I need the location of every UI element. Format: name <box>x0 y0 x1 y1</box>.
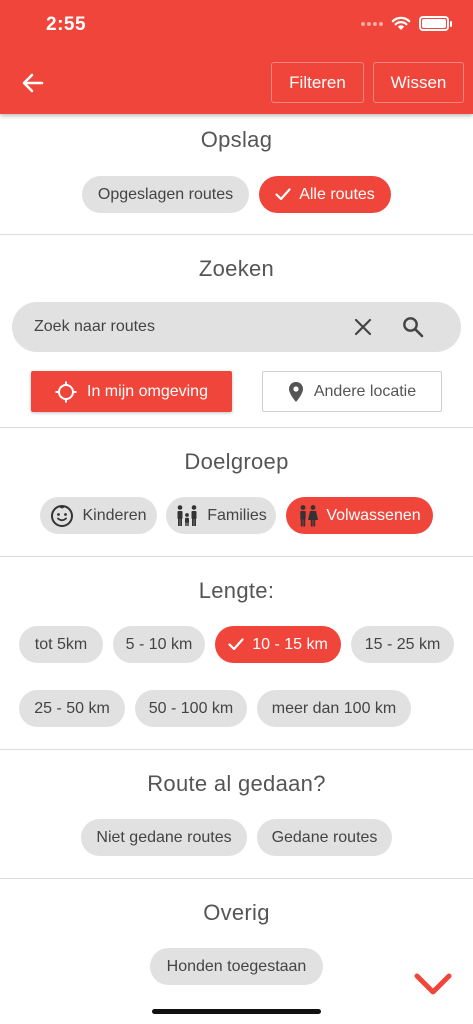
other-title: Overig <box>203 900 270 925</box>
chip-length-0-5[interactable]: tot 5km <box>19 626 103 663</box>
divider <box>0 556 473 557</box>
chip-length-5-10[interactable]: 5 - 10 km <box>113 626 205 663</box>
near-me-label: In mijn omgeving <box>87 382 208 400</box>
chip-label: Gedane routes <box>271 828 378 846</box>
divider <box>0 234 473 235</box>
adults-icon <box>300 504 319 526</box>
chevron-down-icon <box>414 973 452 995</box>
chip-length-15-25[interactable]: 15 - 25 km <box>351 626 454 663</box>
search-title: Zoeken <box>198 256 275 281</box>
back-button[interactable] <box>16 66 50 100</box>
other-location-button[interactable]: Andere locatie <box>262 371 442 412</box>
chip-label: meer dan 100 km <box>271 699 397 717</box>
search-icon <box>403 317 424 338</box>
crosshair-icon <box>55 381 77 402</box>
divider <box>0 749 473 750</box>
home-indicator <box>152 1009 321 1014</box>
chip-all-routes[interactable]: Alle routes <box>259 176 391 213</box>
chip-children[interactable]: Kinderen <box>40 497 157 534</box>
check-icon <box>275 188 291 201</box>
status-time: 2:55 <box>46 14 87 35</box>
chip-length-25-50[interactable]: 25 - 50 km <box>19 690 125 727</box>
other-location-label: Andere locatie <box>313 382 417 400</box>
chip-length-100-plus[interactable]: meer dan 100 km <box>257 690 411 727</box>
divider <box>0 427 473 428</box>
location-pin-icon <box>288 381 303 402</box>
chip-saved-routes[interactable]: Opgeslagen routes <box>82 176 249 213</box>
audience-title: Doelgroep <box>184 449 289 474</box>
chip-label: Kinderen <box>82 506 147 524</box>
chip-label: Families <box>207 506 267 524</box>
search-input[interactable] <box>34 302 344 352</box>
chip-label: 50 - 100 km <box>148 699 234 717</box>
clear-button[interactable]: Wissen <box>373 62 464 103</box>
search-button[interactable] <box>401 315 425 339</box>
chip-dogs-allowed[interactable]: Honden toegestaan <box>150 948 323 985</box>
chip-label: Honden toegestaan <box>166 957 307 975</box>
arrow-left-icon <box>22 73 44 93</box>
storage-title: Opslag <box>200 127 273 152</box>
chip-done-routes[interactable]: Gedane routes <box>257 819 392 856</box>
chip-label: Opgeslagen routes <box>97 185 234 203</box>
near-me-button[interactable]: In mijn omgeving <box>31 371 232 412</box>
signal-icon <box>361 21 383 26</box>
search-bar <box>12 302 461 352</box>
app-bar: 2:55 Filteren Wissen <box>0 0 473 114</box>
check-icon <box>228 638 244 651</box>
chip-label: tot 5km <box>34 635 88 653</box>
scroll-down-button[interactable] <box>411 968 455 1000</box>
wifi-icon <box>391 16 411 30</box>
chip-label: Volwassenen <box>326 506 421 524</box>
chip-label: 25 - 50 km <box>34 699 110 717</box>
chip-adults[interactable]: Volwassenen <box>286 497 433 534</box>
chip-label: Alle routes <box>299 185 375 203</box>
chip-label: 15 - 25 km <box>364 635 441 653</box>
chip-length-10-15[interactable]: 10 - 15 km <box>215 626 341 663</box>
status-icons <box>361 16 452 31</box>
length-title: Lengte: <box>198 578 275 603</box>
battery-icon <box>419 16 452 31</box>
chip-label: 10 - 15 km <box>252 635 328 653</box>
divider <box>0 878 473 879</box>
chip-label: 5 - 10 km <box>125 635 193 653</box>
chip-label: Niet gedane routes <box>96 828 232 846</box>
child-face-icon <box>51 504 74 527</box>
done-title: Route al gedaan? <box>147 771 326 796</box>
close-icon <box>354 318 372 336</box>
family-icon <box>177 504 197 526</box>
chip-length-50-100[interactable]: 50 - 100 km <box>135 690 247 727</box>
chip-families[interactable]: Families <box>166 497 276 534</box>
clear-search-button[interactable] <box>351 315 375 339</box>
filter-button[interactable]: Filteren <box>271 62 364 103</box>
chip-not-done-routes[interactable]: Niet gedane routes <box>81 819 247 856</box>
